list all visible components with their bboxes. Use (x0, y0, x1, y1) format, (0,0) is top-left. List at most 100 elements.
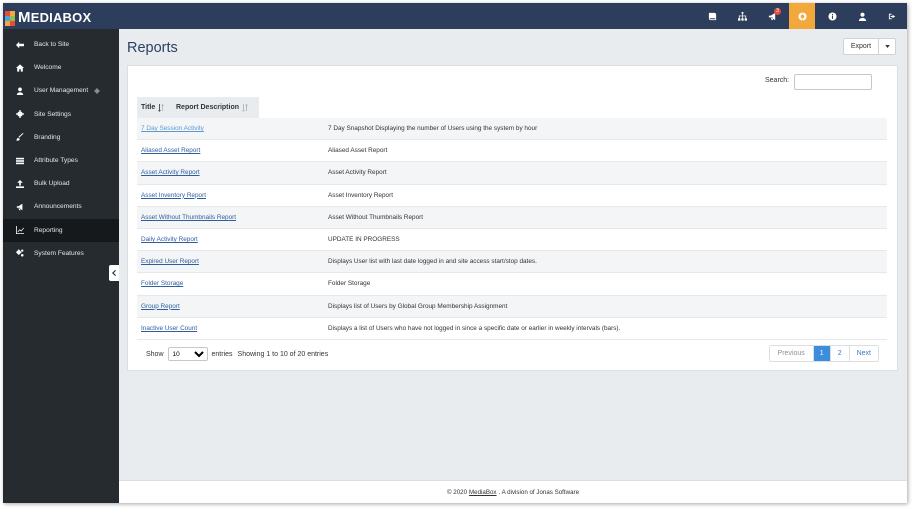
sort-icon (242, 103, 249, 112)
app-window: MEDIABOX 3 Back to Site Welcome User Man… (3, 3, 907, 503)
report-link[interactable]: Expired User Report (141, 258, 199, 265)
logo-text: MEDIABOX (18, 9, 92, 26)
table-row: Aliased Asset Report Aliased Asset Report (137, 140, 887, 163)
table-row: Group Report Displays list of Users by Gl… (137, 295, 887, 318)
home-icon (15, 63, 24, 72)
sign-out-icon[interactable] (877, 3, 907, 29)
sidebar-item-reporting[interactable]: Reporting (3, 218, 119, 242)
arrow-left-icon (15, 40, 24, 49)
sidebar: Back to Site Welcome User Management Sit… (3, 29, 119, 503)
report-description: UPDATE IN PROGRESS (328, 236, 400, 244)
sidebar-item-label: Branding (34, 133, 61, 141)
column-header-report-description[interactable]: Report Description (172, 103, 249, 112)
report-link[interactable]: Folder Storage (141, 280, 183, 287)
table-controls: Show 10 entries Showing 1 to 10 of 20 en… (137, 343, 887, 362)
bullhorn-icon (15, 202, 24, 211)
list-icon (15, 156, 24, 165)
user-icon (15, 86, 24, 95)
life-ring-icon[interactable] (789, 3, 815, 29)
entries-select[interactable]: 10 (167, 347, 208, 361)
top-navbar: MEDIABOX 3 (3, 3, 907, 29)
report-link[interactable]: Asset Inventory Report (141, 192, 206, 199)
report-link[interactable]: Asset Without Thumbnails Report (141, 214, 236, 221)
sidebar-collapse-toggle[interactable] (109, 265, 119, 281)
table-info: Showing 1 to 10 of 20 entries (237, 350, 329, 358)
search-label: Search: (765, 77, 790, 84)
report-link[interactable]: Inactive User Count (141, 325, 197, 332)
sidebar-item-system-features[interactable]: System Features (3, 242, 119, 265)
table-row: Expired User Report Displays User list wi… (137, 251, 887, 274)
export-dropdown[interactable]: Export (843, 38, 896, 55)
search-input[interactable] (794, 74, 872, 90)
chevron-left-icon (111, 270, 117, 276)
sidebar-item-branding[interactable]: Branding (3, 126, 119, 149)
sidebar-item-welcome[interactable]: Welcome (3, 56, 119, 79)
table-row: Daily Activity Report UPDATE IN PROGRESS (137, 229, 887, 252)
entries-label: entries (211, 350, 233, 358)
sidebar-item-bulk-upload[interactable]: Bulk Upload (3, 172, 119, 195)
report-link[interactable]: 7 Day Session Activity (141, 125, 204, 132)
sidebar-item-label: Attribute Types (34, 157, 78, 165)
report-description: 7 Day Snapshot Displaying the number of … (328, 125, 538, 133)
book-icon[interactable] (697, 3, 727, 29)
pagination: Previous 1 2 Next (768, 345, 879, 362)
footer-mediabox-link[interactable]: MediaBox (469, 489, 497, 496)
report-link[interactable]: Daily Activity Report (141, 236, 198, 243)
sidebar-item-site-settings[interactable]: Site Settings (3, 103, 119, 126)
page-footer: © 2020 MediaBox . A division of Jonas So… (119, 480, 907, 503)
next-page-button[interactable]: Next (849, 346, 878, 361)
megaphone-icon[interactable]: 3 (757, 3, 787, 29)
chart-line-icon (15, 226, 24, 235)
page-title: Reports (127, 40, 178, 56)
report-description: Asset Inventory Report (328, 191, 394, 199)
cog-icon (15, 110, 24, 119)
report-link[interactable]: Asset Activity Report (141, 169, 200, 176)
table-row: 7 Day Session Activity 7 Day Snapshot Dis… (137, 118, 887, 141)
reports-table-body: 7 Day Session Activity 7 Day Snapshot Dis… (137, 118, 887, 340)
page-length-control: Show 10 entries Showing 1 to 10 of 20 en… (146, 347, 328, 361)
table-row: Asset Activity Report Asset Activity Repo… (137, 162, 887, 185)
reports-card: Search: Title Report Description 7 Day S… (127, 65, 898, 371)
sidebar-item-user-management[interactable]: User Management (3, 79, 119, 102)
export-button[interactable]: Export (844, 39, 879, 54)
show-label: Show (146, 350, 164, 358)
report-description: Displays a list of Users who have not lo… (328, 324, 621, 332)
sidebar-item-label: System Features (34, 249, 84, 257)
report-description: Aliased Asset Report (328, 147, 388, 155)
table-row: Inactive User Count Displays a list of Us… (137, 318, 887, 340)
sidebar-item-label: Reporting (34, 226, 63, 234)
report-description: Asset Without Thumbnails Report (328, 213, 424, 221)
footer-suffix: . A division of Jonas Software (498, 488, 580, 496)
sidebar-item-label: Announcements (34, 203, 82, 211)
brush-icon (15, 133, 24, 142)
report-description: Displays list of Users by Global Group M… (328, 302, 508, 310)
report-description: Displays User list with last date logged… (328, 258, 537, 266)
report-link[interactable]: Aliased Asset Report (141, 147, 200, 154)
table-row: Folder Storage Folder Storage (137, 273, 887, 296)
footer-copyright: © 2020 (446, 488, 468, 496)
sort-asc-icon (158, 103, 165, 112)
column-header-title[interactable]: Title (137, 103, 172, 112)
sidebar-item-label: Welcome (34, 64, 62, 72)
sidebar-item-label: Site Settings (34, 110, 72, 118)
chevron-down-icon[interactable] (879, 39, 895, 54)
previous-page-button[interactable]: Previous (769, 346, 814, 361)
report-description: Folder Storage (328, 280, 371, 288)
gear-icon (94, 87, 101, 94)
logo-mark (5, 5, 19, 27)
table-row: Asset Inventory Report Asset Inventory Re… (137, 185, 887, 207)
sidebar-item-announcements[interactable]: Announcements (3, 195, 119, 218)
report-description: Asset Activity Report (328, 169, 387, 177)
sidebar-item-attribute-types[interactable]: Attribute Types (3, 149, 119, 172)
user-icon[interactable] (847, 3, 877, 29)
cogs-icon (15, 249, 24, 258)
sidebar-item-label: Back to Site (34, 41, 70, 49)
info-icon[interactable] (817, 3, 847, 29)
sidebar-item-label: User Management (34, 87, 89, 95)
sitemap-icon[interactable] (727, 3, 757, 29)
page-button-2[interactable]: 2 (830, 346, 850, 361)
report-link[interactable]: Group Report (141, 303, 180, 310)
mediabox-logo[interactable]: MEDIABOX (5, 5, 115, 27)
page-button-1[interactable]: 1 (813, 346, 831, 361)
sidebar-item-back-to-site[interactable]: Back to Site (3, 33, 119, 56)
